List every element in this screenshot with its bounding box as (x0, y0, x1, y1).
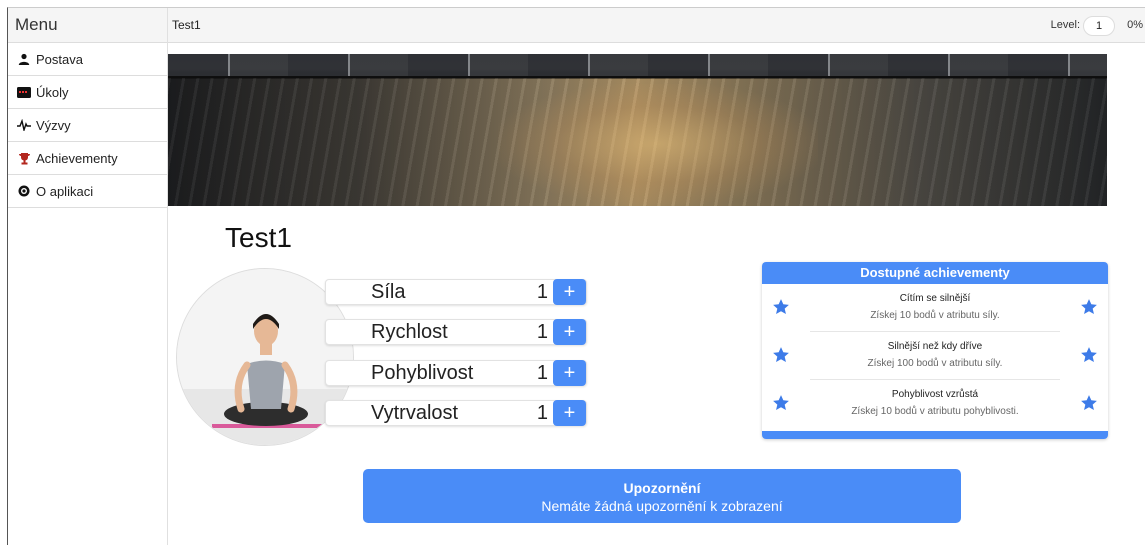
sidebar-item-postava[interactable]: Postava (8, 43, 167, 76)
achievement-description: Získej 10 bodů v atributu síly. (870, 310, 1000, 321)
level-badge: 1 (1083, 16, 1115, 36)
sidebar-item-label: Výzvy (36, 117, 71, 133)
banner-windows (168, 54, 1107, 76)
increase-vytrvalost-button[interactable]: + (553, 400, 586, 426)
achievement-title: Silnější než kdy dříve (887, 341, 983, 352)
sidebar-title: Menu (8, 8, 167, 43)
achievement-description: Získej 10 bodů v atributu pohyblivosti. (851, 406, 1019, 417)
sidebar-item-o-aplikaci[interactable]: O aplikaci (8, 175, 167, 208)
stat-rychlost: Rychlost 1 + (325, 319, 587, 345)
notification-box: Upozornění Nemáte žádná upozornění k zob… (363, 469, 961, 523)
page-title: Test1 (172, 18, 201, 32)
user-icon (17, 52, 31, 66)
tasks-icon (17, 85, 31, 99)
sidebar-item-label: Postava (36, 51, 83, 67)
achievement-title: Cítím se silnější (899, 293, 971, 304)
info-icon (17, 184, 31, 198)
profile-name: Test1 (225, 222, 292, 253)
sidebar-item-label: O aplikaci (36, 183, 94, 199)
achievement-description: Získej 100 bodů v atributu síly. (867, 358, 1003, 369)
sidebar: Menu Postava Úkoly Výzvy Achievementy O … (8, 8, 168, 545)
increase-sila-button[interactable]: + (553, 279, 586, 305)
increase-rychlost-button[interactable]: + (553, 319, 586, 345)
level-label: Level: (1050, 19, 1080, 31)
stat-value: 1 (536, 362, 548, 384)
sidebar-item-label: Úkoly (36, 84, 69, 100)
stat-value: 1 (536, 402, 548, 424)
top-bar: Test1 Level: 1 0% (168, 8, 1145, 43)
stat-sila: Síla 1 + (325, 279, 587, 305)
banner-image (168, 54, 1107, 206)
pulse-icon (17, 118, 31, 132)
stat-vytrvalost: Vytrvalost 1 + (325, 400, 587, 426)
star-icon (1081, 299, 1097, 315)
stat-name: Síla (371, 281, 406, 303)
star-icon (1081, 395, 1097, 411)
stat-name: Vytrvalost (371, 402, 459, 424)
achievement-item: Pohyblivost vzrůstá Získej 10 bodů v atr… (762, 380, 1108, 428)
banner-light (498, 84, 818, 204)
sidebar-item-label: Achievementy (36, 150, 118, 166)
sidebar-item-achievementy[interactable]: Achievementy (8, 142, 167, 175)
star-icon (1081, 347, 1097, 363)
increase-pohyblivost-button[interactable]: + (553, 360, 586, 386)
notification-message: Nemáte žádná upozornění k zobrazení (541, 498, 783, 514)
trophy-icon (17, 151, 31, 165)
achievements-footer (762, 431, 1108, 439)
notification-title: Upozornění (623, 480, 701, 496)
level-progress-text: 0% (1127, 19, 1143, 31)
sidebar-item-ukoly[interactable]: Úkoly (8, 76, 167, 109)
sidebar-item-vyzvy[interactable]: Výzvy (8, 109, 167, 142)
achievements-panel: Dostupné achievementy Cítím se silnější … (762, 262, 1108, 439)
achievement-title: Pohyblivost vzrůstá (891, 389, 979, 400)
stat-value: 1 (536, 321, 548, 343)
stat-name: Pohyblivost (371, 362, 474, 384)
stat-name: Rychlost (371, 321, 448, 343)
achievement-item: Cítím se silnější Získej 10 bodů v atrib… (762, 284, 1108, 332)
stat-pohyblivost: Pohyblivost 1 + (325, 360, 587, 386)
achievements-header: Dostupné achievementy (762, 262, 1108, 284)
stat-value: 1 (536, 281, 548, 303)
achievement-item: Silnější než kdy dříve Získej 100 bodů v… (762, 332, 1108, 380)
